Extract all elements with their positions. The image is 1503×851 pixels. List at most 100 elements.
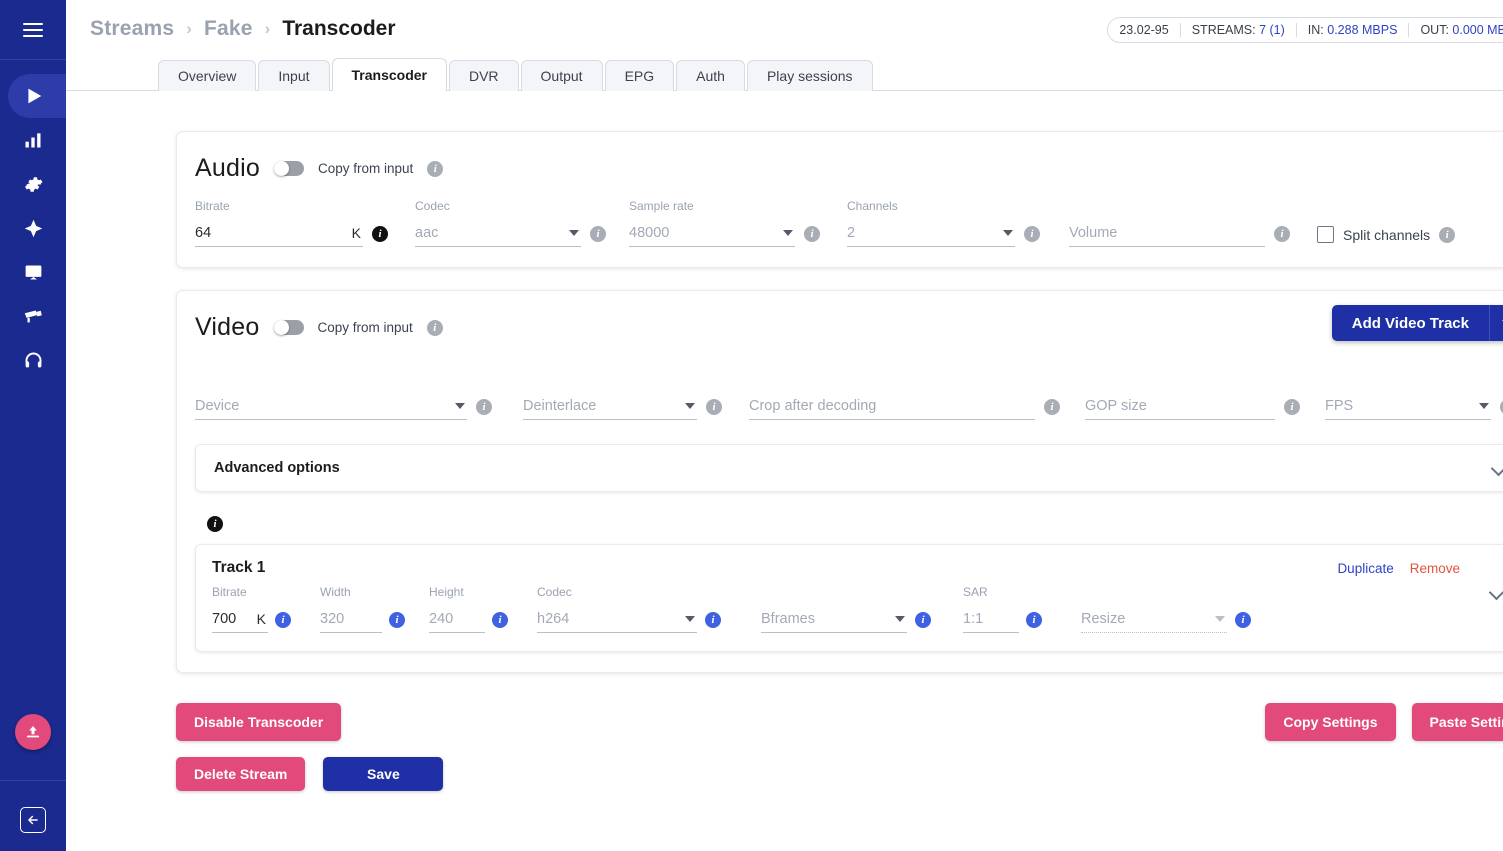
audio-bitrate-input[interactable]: 64 K	[195, 220, 363, 247]
sidebar-item-support[interactable]	[0, 338, 66, 382]
track-width-info-icon[interactable]: i	[389, 612, 405, 628]
track-bframes-info-icon[interactable]: i	[915, 612, 931, 628]
footer-settings-buttons: Copy Settings Paste Settings	[1265, 703, 1503, 741]
add-video-track-group: Add Video Track	[1332, 305, 1503, 341]
audio-codec-info-icon[interactable]: i	[590, 226, 606, 242]
track-bitrate-unit: K	[257, 611, 268, 627]
sidebar-item-streams[interactable]	[0, 74, 66, 118]
advanced-options-panel[interactable]: Advanced options	[195, 444, 1503, 492]
status-bar: 23.02-95 STREAMS: 7 (1) IN: 0.288 MBPS O…	[1107, 17, 1503, 43]
audio-channels-select[interactable]: 2	[847, 220, 1015, 247]
sidebar-collapse-button[interactable]	[20, 807, 46, 833]
tracks-info-icon[interactable]: i	[207, 516, 223, 532]
track-bitrate-field: Bitrate 700 K i	[212, 585, 308, 633]
video-copy-from-input-toggle[interactable]	[274, 320, 304, 335]
sidebar-item-settings[interactable]	[0, 162, 66, 206]
audio-bitrate-label: Bitrate	[195, 199, 393, 213]
breadcrumb-separator: ›	[265, 19, 271, 39]
disable-transcoder-button[interactable]: Disable Transcoder	[176, 703, 341, 741]
track-codec-label: Codec	[537, 585, 733, 599]
track-bitrate-input[interactable]: 700 K	[212, 606, 268, 633]
audio-codec-select[interactable]: aac	[415, 220, 581, 247]
track-bitrate-label: Bitrate	[212, 585, 308, 599]
track-width-input[interactable]: 320	[320, 606, 382, 633]
sidebar	[0, 0, 66, 851]
track-bitrate-info-icon[interactable]: i	[275, 612, 291, 628]
sidebar-item-apps[interactable]	[0, 206, 66, 250]
video-deinterlace-info-icon[interactable]: i	[706, 399, 722, 415]
duplicate-track-link[interactable]: Duplicate	[1337, 561, 1393, 576]
copy-settings-button[interactable]: Copy Settings	[1265, 703, 1395, 741]
video-deinterlace-select[interactable]: Deinterlace	[523, 393, 697, 420]
audio-codec-label: Codec	[415, 199, 607, 213]
track-sar-info-icon[interactable]: i	[1026, 612, 1042, 628]
save-button[interactable]: Save	[323, 757, 443, 791]
audio-channels-info-icon[interactable]: i	[1024, 226, 1040, 242]
video-gop-size-input[interactable]: GOP size	[1085, 393, 1275, 420]
video-device-info-icon[interactable]: i	[476, 399, 492, 415]
monitor-icon	[23, 262, 44, 283]
tab-play-sessions[interactable]: Play sessions	[747, 60, 873, 91]
chevron-down-icon	[455, 403, 465, 409]
video-crop-input[interactable]: Crop after decoding	[749, 393, 1035, 420]
delete-stream-button[interactable]: Delete Stream	[176, 757, 305, 791]
video-fps-select[interactable]: FPS	[1325, 393, 1491, 420]
chevron-down-icon	[783, 230, 793, 236]
audio-copy-from-input-toggle[interactable]	[274, 161, 304, 176]
track-sar-input[interactable]: 1:1	[963, 606, 1019, 633]
paste-settings-button[interactable]: Paste Settings	[1412, 703, 1503, 741]
split-channels-checkbox[interactable]	[1317, 226, 1334, 243]
sidebar-item-screens[interactable]	[0, 250, 66, 294]
audio-bitrate-info-icon[interactable]: i	[372, 226, 388, 242]
sidebar-item-analytics[interactable]	[0, 118, 66, 162]
breadcrumb: Streams › Fake › Transcoder	[90, 17, 396, 41]
track-height-input[interactable]: 240	[429, 606, 485, 633]
video-crop-info-icon[interactable]: i	[1044, 399, 1060, 415]
gear-icon	[23, 174, 44, 195]
track-codec-select[interactable]: h264	[537, 606, 697, 633]
tab-overview[interactable]: Overview	[158, 60, 256, 91]
audio-channels-label: Channels	[847, 199, 1047, 213]
track-collapse-chevron-down-icon[interactable]	[1490, 585, 1503, 599]
tab-auth[interactable]: Auth	[676, 60, 745, 91]
tab-input[interactable]: Input	[258, 60, 329, 91]
status-streams: STREAMS: 7 (1)	[1180, 23, 1296, 37]
chevron-down-icon	[1215, 616, 1225, 622]
add-video-track-dropdown-button[interactable]	[1489, 305, 1503, 341]
upload-button[interactable]	[15, 714, 51, 750]
track-bframes-select[interactable]: Bframes	[761, 606, 907, 633]
breadcrumb-streams[interactable]: Streams	[90, 17, 174, 41]
breadcrumb-fake[interactable]: Fake	[204, 17, 253, 41]
tab-transcoder[interactable]: Transcoder	[332, 58, 447, 91]
track-height-info-icon[interactable]: i	[492, 612, 508, 628]
audio-sample-rate-info-icon[interactable]: i	[804, 226, 820, 242]
tab-dvr[interactable]: DVR	[449, 60, 519, 91]
add-video-track-button[interactable]: Add Video Track	[1332, 305, 1489, 341]
advanced-options-label: Advanced options	[214, 460, 340, 476]
chevron-down-icon	[1003, 230, 1013, 236]
tab-epg[interactable]: EPG	[605, 60, 675, 91]
video-device-select[interactable]: Device	[195, 393, 467, 420]
audio-header: Audio Copy from input i	[195, 154, 1503, 183]
track-width-field: Width 320 i	[320, 585, 417, 633]
track-height-field: Height 240 i	[429, 585, 521, 633]
audio-volume-info-icon[interactable]: i	[1274, 226, 1290, 242]
track-resize-info-icon[interactable]: i	[1235, 612, 1251, 628]
sidebar-item-cameras[interactable]	[0, 294, 66, 338]
track-codec-info-icon[interactable]: i	[705, 612, 721, 628]
audio-volume-input[interactable]: Volume	[1069, 220, 1265, 247]
upload-icon	[24, 723, 42, 741]
video-gop-size-info-icon[interactable]: i	[1284, 399, 1300, 415]
chevron-down-icon	[1492, 461, 1503, 475]
remove-track-link[interactable]: Remove	[1410, 561, 1460, 576]
track-resize-select[interactable]: Resize	[1081, 606, 1227, 633]
sidebar-menu-button[interactable]	[0, 0, 66, 60]
split-channels-info-icon[interactable]: i	[1439, 227, 1455, 243]
video-copy-from-input-label: Copy from input	[318, 320, 413, 335]
video-copy-from-input-info-icon[interactable]: i	[427, 320, 443, 336]
audio-copy-from-input-info-icon[interactable]: i	[427, 161, 443, 177]
audio-sample-rate-select[interactable]: 48000	[629, 220, 795, 247]
tab-output[interactable]: Output	[521, 60, 603, 91]
footer-actions: Disable Transcoder Copy Settings Paste S…	[176, 673, 1503, 791]
video-title: Video	[195, 313, 260, 342]
